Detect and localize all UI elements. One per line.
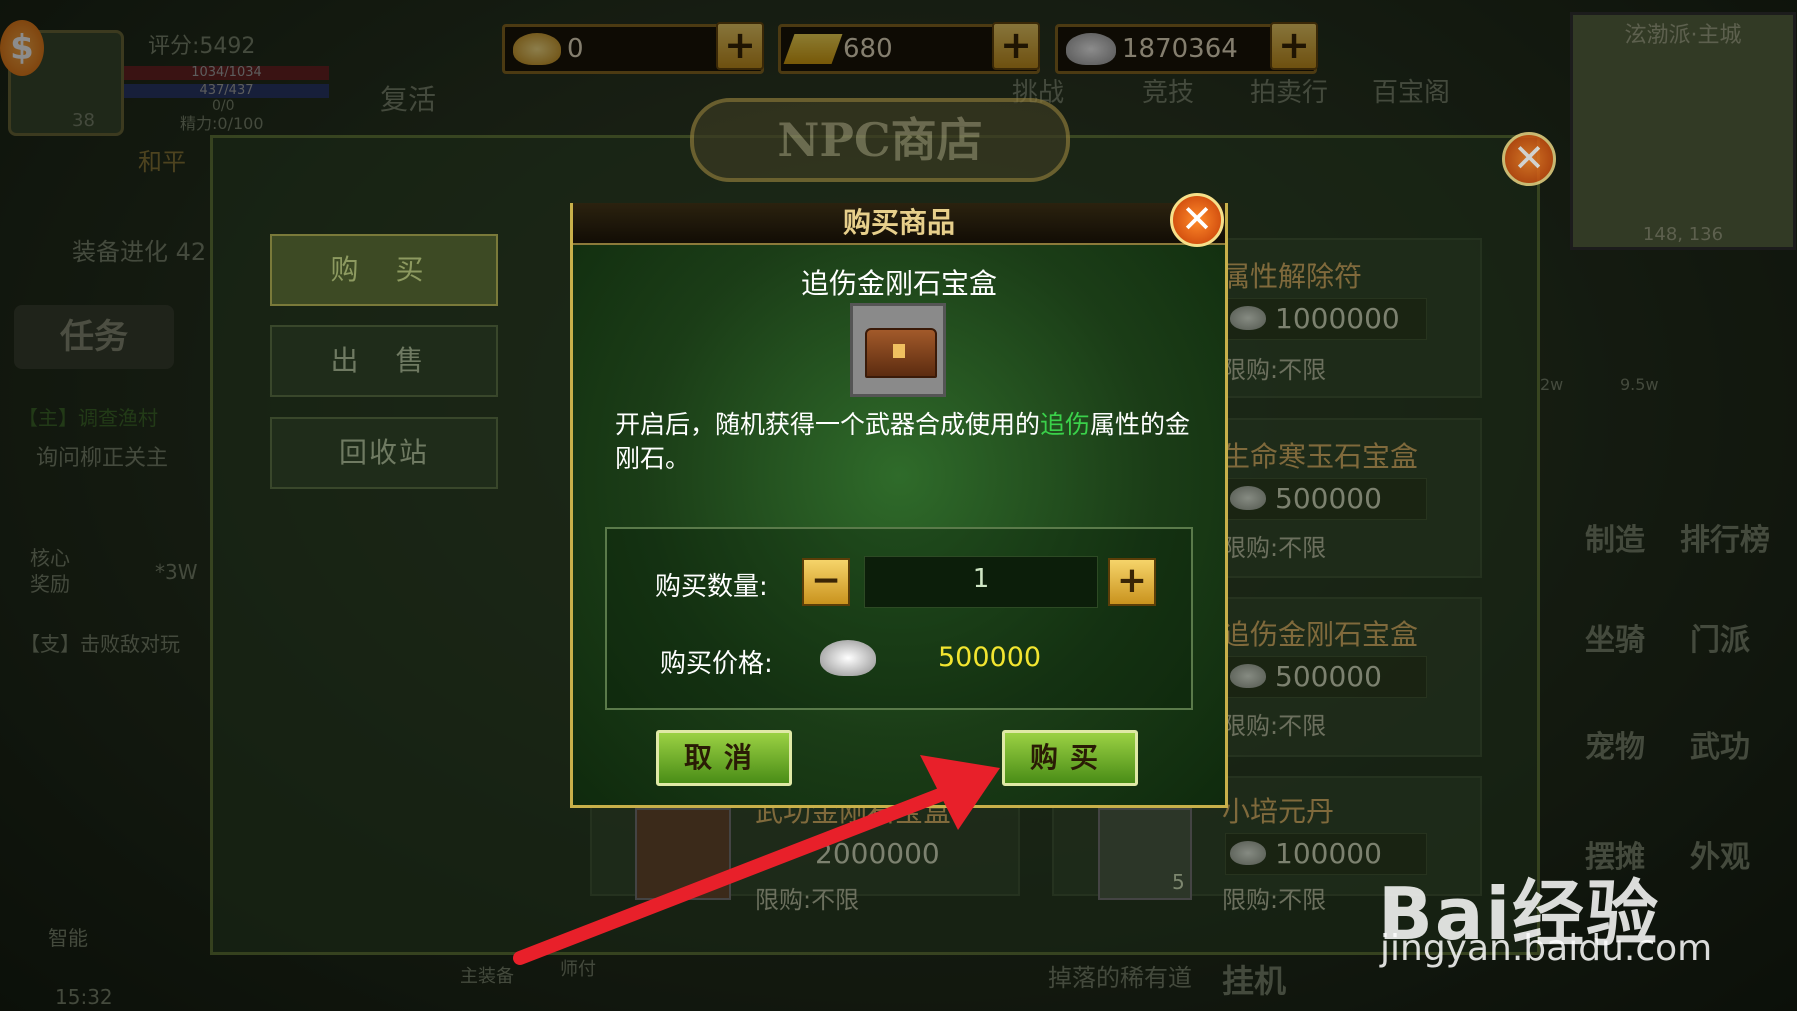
baidu-watermark-url: jingyan.baidu.com bbox=[1380, 928, 1713, 969]
